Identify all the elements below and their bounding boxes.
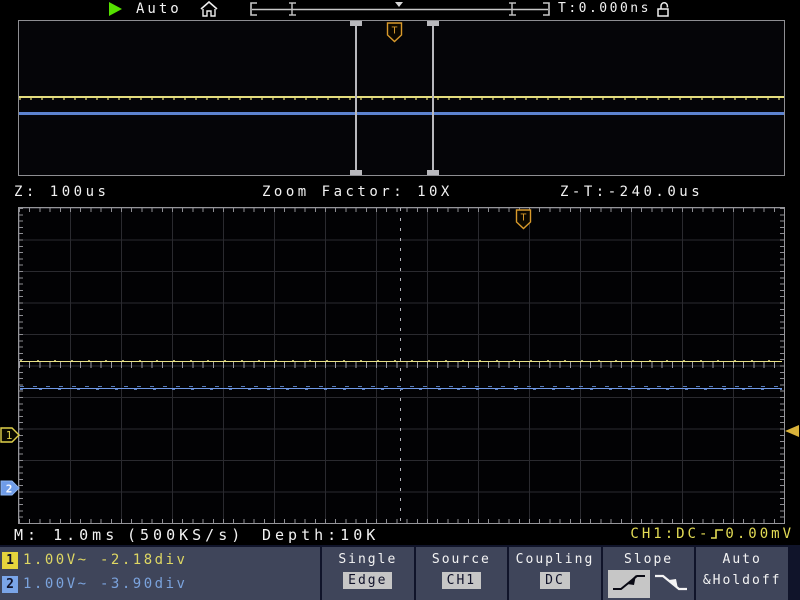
zoom-window-right-edge[interactable] — [432, 21, 434, 173]
ch1-info-row[interactable]: 1 1.00V~ -2.18div — [0, 550, 89, 570]
zoom-window-handle[interactable] — [427, 21, 439, 26]
zoom-offset-label: Z-T:-240.0us — [560, 184, 703, 200]
menu-label: Single — [338, 552, 397, 567]
svg-text:2: 2 — [6, 483, 13, 496]
ch2-position-label: -3.90div — [100, 576, 187, 592]
slider-position-marker — [395, 2, 403, 7]
memory-depth-label: Depth:10K — [262, 526, 379, 544]
ch2-position-marker[interactable]: 2 — [0, 480, 20, 496]
run-play-icon[interactable] — [109, 2, 122, 16]
falling-slope-icon[interactable] — [652, 571, 690, 597]
grid-ticks-bottom — [19, 519, 784, 523]
ch1-trace — [20, 361, 782, 362]
menu-section-trigger-mode[interactable]: Single Edge — [322, 547, 416, 600]
acquire-mode-label: Auto — [136, 1, 182, 17]
ch2-badge: 2 — [2, 576, 18, 593]
rising-edge-icon — [711, 527, 724, 541]
coupling-value[interactable]: DC — [540, 572, 570, 589]
rising-slope-icon[interactable] — [608, 570, 650, 598]
zoom-window-handle[interactable] — [427, 170, 439, 175]
menu-section-source[interactable]: Source CH1 — [416, 547, 510, 600]
zoom-timebase-label: Z: 100us — [14, 184, 109, 200]
home-icon[interactable] — [199, 1, 219, 18]
menu-label: Coupling — [516, 552, 595, 567]
channel-info-zone: 1 1.00V~ -2.18div 2 1.00V~ -3.90div — [0, 547, 320, 600]
trigger-position-marker[interactable]: T — [386, 22, 403, 43]
ch1-badge: 1 — [2, 552, 18, 569]
source-value[interactable]: CH1 — [442, 572, 481, 589]
preview-ch2-trace — [19, 112, 784, 115]
menu-section-auto-holdoff[interactable]: Auto &Holdoff — [696, 547, 788, 600]
trigger-mode-value[interactable]: Edge — [343, 572, 392, 589]
zoom-factor-label: Zoom Factor: 10X — [262, 184, 453, 200]
softkey-menu: Single Edge Source CH1 Coupling DC Slope — [320, 547, 788, 600]
preview-ch1-trace — [19, 96, 784, 98]
status-bar: M: 1.0ms (500KS/s) Depth:10K CH1:DC- 0.0… — [0, 526, 800, 544]
trigger-position-marker-main[interactable]: T — [515, 209, 532, 230]
waveform-grid: T — [18, 207, 785, 524]
menu-section-slope[interactable]: Slope — [603, 547, 697, 600]
menu-label: Auto — [723, 552, 762, 567]
trigger-level-arrow[interactable] — [785, 425, 799, 437]
menu-label: Source — [432, 552, 491, 567]
bottom-panel: 1 1.00V~ -2.18div 2 1.00V~ -3.90div Sing… — [0, 545, 800, 600]
menu-end-strip — [788, 547, 800, 600]
ch1-position-marker[interactable]: 1 — [0, 427, 20, 443]
zoom-window-handle[interactable] — [350, 170, 362, 175]
unlock-icon[interactable] — [655, 2, 671, 17]
holdoff-value[interactable]: &Holdoff — [703, 572, 782, 589]
grid-center-horizontal-ticks — [19, 361, 784, 368]
svg-text:T: T — [520, 213, 526, 224]
main-timebase-label: M: 1.0ms — [14, 526, 118, 544]
zoom-info-bar: Z: 100us Zoom Factor: 10X Z-T:-240.0us — [0, 184, 800, 202]
oscilloscope-screen: Auto T:0.000ns — [0, 0, 800, 600]
record-preview-window: T — [18, 20, 785, 176]
top-bar: Auto T:0.000ns — [0, 0, 800, 19]
ch2-info-row[interactable]: 2 1.00V~ -3.90div — [0, 574, 89, 594]
grid-ticks-top — [19, 208, 784, 212]
trigger-time-label: T:0.000ns — [558, 1, 651, 16]
menu-section-coupling[interactable]: Coupling DC — [509, 547, 603, 600]
ch2-trace — [20, 388, 782, 389]
trigger-readout-value: 0.00mV — [725, 526, 794, 542]
sample-rate-label: (500KS/s) — [127, 526, 244, 544]
zoom-window-left-edge[interactable] — [355, 21, 357, 173]
menu-label: Slope — [624, 552, 673, 567]
ch1-position-label: -2.18div — [100, 552, 187, 568]
trigger-readout: CH1:DC- 0.00mV — [630, 526, 794, 542]
zoom-window-handle[interactable] — [350, 21, 362, 26]
svg-text:1: 1 — [6, 429, 13, 442]
horizontal-position-slider[interactable] — [249, 0, 551, 17]
svg-text:T: T — [391, 26, 397, 37]
ch1-scale-label: 1.00V~ — [23, 552, 89, 568]
trigger-readout-prefix: CH1:DC- — [630, 526, 710, 542]
ch2-scale-label: 1.00V~ — [23, 576, 89, 592]
